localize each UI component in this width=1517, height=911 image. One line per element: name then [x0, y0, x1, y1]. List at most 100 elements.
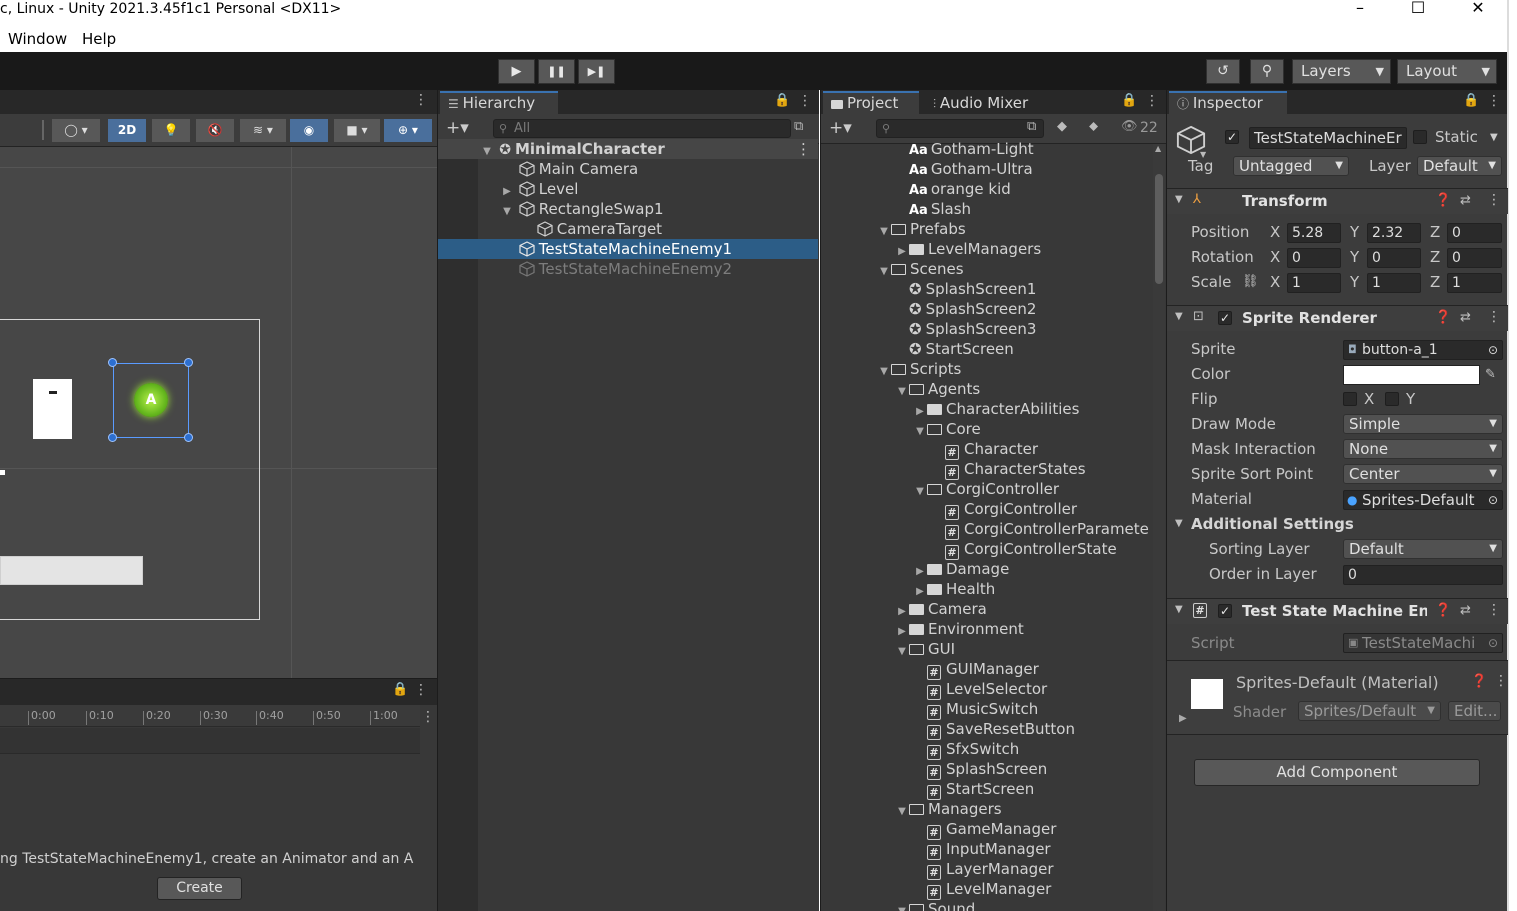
presets-icon[interactable]: ⇄ [1460, 603, 1471, 618]
shader-edit-button[interactable]: Edit... [1448, 701, 1501, 721]
project-item[interactable]: ▶ CharacterAbilities [913, 399, 1079, 419]
resize-handle[interactable] [184, 358, 193, 367]
more-options-icon[interactable]: ⋮ [1494, 673, 1508, 689]
project-scrollbar[interactable]: ▲ [1153, 144, 1165, 911]
project-item[interactable]: # LayerManager [913, 859, 1054, 880]
more-options-icon[interactable]: ⋮ [1487, 309, 1501, 325]
camera-icon[interactable]: ■ ▾ [334, 119, 380, 142]
pause-button[interactable]: ❚❚ [538, 59, 575, 84]
lighting-icon[interactable]: 💡 [152, 119, 190, 142]
menu-help[interactable]: Help [82, 30, 116, 48]
project-item[interactable]: # CharacterStates [931, 459, 1086, 480]
project-item[interactable]: ▼ Sound [895, 899, 975, 911]
project-item[interactable]: ✪ SplashScreen3 [895, 319, 1036, 339]
mask-interaction-dropdown[interactable]: None ▼ [1343, 439, 1503, 459]
layout-dropdown[interactable]: Layout ▼ [1397, 59, 1497, 84]
project-item[interactable]: # StartScreen [913, 779, 1034, 800]
script-component-header[interactable]: ▼ # ✓ Test State Machine Enen ❓ ⇄ ⋮ [1167, 598, 1508, 624]
static-dropdown-icon[interactable]: ▼ [1490, 132, 1498, 143]
project-item[interactable]: ▼ Prefabs [877, 219, 966, 239]
character-sprite[interactable] [33, 379, 72, 439]
object-picker-icon[interactable]: ⊙ [1488, 341, 1498, 359]
play-button[interactable]: ▶ [498, 59, 535, 84]
fold-arrow-icon[interactable]: ▼ [1175, 518, 1183, 529]
draw-mode-icon[interactable]: ◯ ▾ [52, 119, 100, 142]
material-field[interactable]: ● Sprites-Default ⊙ [1343, 490, 1503, 510]
project-item[interactable]: ▼ Agents [895, 379, 980, 399]
scrollbar-thumb[interactable] [1155, 174, 1163, 284]
search-options-icon[interactable]: ⧉ [1027, 119, 1036, 134]
minimize-button[interactable]: – [1340, 0, 1380, 18]
scene-viewport[interactable]: A [0, 147, 437, 678]
timeline-ruler[interactable]: 0:00 0:10 0:20 0:30 0:40 0:50 1:00 [0, 705, 420, 727]
active-checkbox[interactable]: ✓ [1225, 130, 1239, 144]
fold-arrow-icon[interactable]: ▼ [1175, 311, 1183, 322]
close-button[interactable]: ✕ [1458, 0, 1498, 18]
help-icon[interactable]: ❓ [1435, 193, 1451, 208]
flip-y-checkbox[interactable] [1385, 392, 1399, 406]
project-item[interactable]: ✪ StartScreen [895, 339, 1014, 359]
maximize-button[interactable]: ☐ [1398, 0, 1438, 18]
resize-handle[interactable] [108, 358, 117, 367]
flip-x-checkbox[interactable] [1343, 392, 1357, 406]
project-item[interactable]: ✪ SplashScreen1 [895, 279, 1036, 299]
constrain-proportions-icon[interactable]: ⛓ [1242, 274, 1259, 289]
project-item[interactable]: # GameManager [913, 819, 1056, 840]
more-options-icon[interactable]: ⋮ [796, 139, 811, 159]
position-y-field[interactable]: 2.32 [1367, 223, 1421, 243]
project-item[interactable]: # LevelSelector [913, 679, 1047, 700]
expand-arrow-icon[interactable]: ▼ [913, 482, 927, 502]
scroll-up-icon[interactable]: ▲ [1155, 144, 1161, 153]
project-item[interactable]: ▼ Scripts [877, 359, 961, 379]
expand-arrow-icon[interactable]: ▼ [877, 222, 891, 242]
project-item[interactable]: # MusicSwitch [913, 699, 1038, 720]
position-x-field[interactable]: 5.28 [1287, 223, 1341, 243]
project-item[interactable]: # InputManager [913, 839, 1051, 860]
project-item[interactable]: ▶ Damage [913, 559, 1009, 579]
fold-arrow-icon[interactable]: ▼ [1175, 194, 1183, 205]
additional-settings-label[interactable]: Additional Settings [1191, 515, 1354, 533]
hierarchy-search-input[interactable]: ⚲ All [493, 119, 791, 138]
tab-project[interactable]: Project [823, 91, 919, 114]
project-item[interactable]: ▼ GUI [895, 639, 955, 659]
lock-icon[interactable]: 🔒 [1463, 93, 1479, 108]
project-item[interactable]: # LevelManager [913, 879, 1051, 900]
project-item[interactable]: ▼ CorgiController [913, 479, 1059, 499]
hierarchy-item-main-camera[interactable]: Main Camera [438, 159, 818, 179]
layers-dropdown[interactable]: Layers ▼ [1292, 59, 1391, 84]
more-options-icon[interactable]: ⋮ [1145, 93, 1159, 109]
project-item[interactable]: Aa Gotham-Ultra [895, 159, 1033, 179]
more-options-icon[interactable]: ⋮ [1487, 602, 1501, 618]
expand-arrow-icon[interactable]: ▼ [895, 802, 909, 822]
project-item[interactable]: ▶ Environment [895, 619, 1024, 639]
project-item[interactable]: ▼ Core [913, 419, 981, 439]
position-z-field[interactable]: 0 [1447, 223, 1502, 243]
presets-icon[interactable]: ⇄ [1460, 193, 1471, 208]
scale-x-field[interactable]: 1 [1287, 273, 1341, 293]
filter-label-icon[interactable]: ⬥ [1089, 119, 1098, 134]
presets-icon[interactable]: ⇄ [1460, 310, 1471, 325]
resize-handle[interactable] [108, 433, 117, 442]
shader-dropdown[interactable]: Sprites/Default ▼ [1298, 701, 1441, 721]
hierarchy-item-teststatemachineenemy2[interactable]: TestStateMachineEnemy2 [438, 259, 818, 279]
timeline-track[interactable] [0, 728, 420, 754]
project-item[interactable]: ▶ Camera [895, 599, 987, 619]
rotation-x-field[interactable]: 0 [1287, 248, 1341, 268]
expand-arrow-icon[interactable]: ▼ [877, 262, 891, 282]
scale-y-field[interactable]: 1 [1367, 273, 1421, 293]
order-in-layer-field[interactable]: 0 [1343, 565, 1503, 585]
project-item[interactable]: ✪ SplashScreen2 [895, 299, 1036, 319]
sprite-renderer-enabled-checkbox[interactable]: ✓ [1218, 311, 1232, 325]
expand-arrow-icon[interactable]: ▼ [913, 422, 927, 442]
project-item[interactable]: Aa Slash [895, 199, 971, 219]
project-item[interactable]: # SplashScreen [913, 759, 1047, 780]
filter-type-icon[interactable]: ◆ [1057, 119, 1067, 134]
sprite-sort-point-dropdown[interactable]: Center ▼ [1343, 464, 1503, 484]
expand-arrow-icon[interactable]: ▼ [895, 902, 909, 911]
hierarchy-item-teststatemachineenemy1[interactable]: TestStateMachineEnemy1 [438, 239, 818, 259]
lock-icon[interactable]: 🔒 [774, 93, 790, 108]
lock-icon[interactable]: 🔒 [1121, 93, 1137, 108]
enemy-button-sprite[interactable]: A [134, 383, 168, 417]
expand-arrow-icon[interactable]: ▼ [877, 362, 891, 382]
search-icon[interactable]: ⚲ [1250, 59, 1284, 84]
